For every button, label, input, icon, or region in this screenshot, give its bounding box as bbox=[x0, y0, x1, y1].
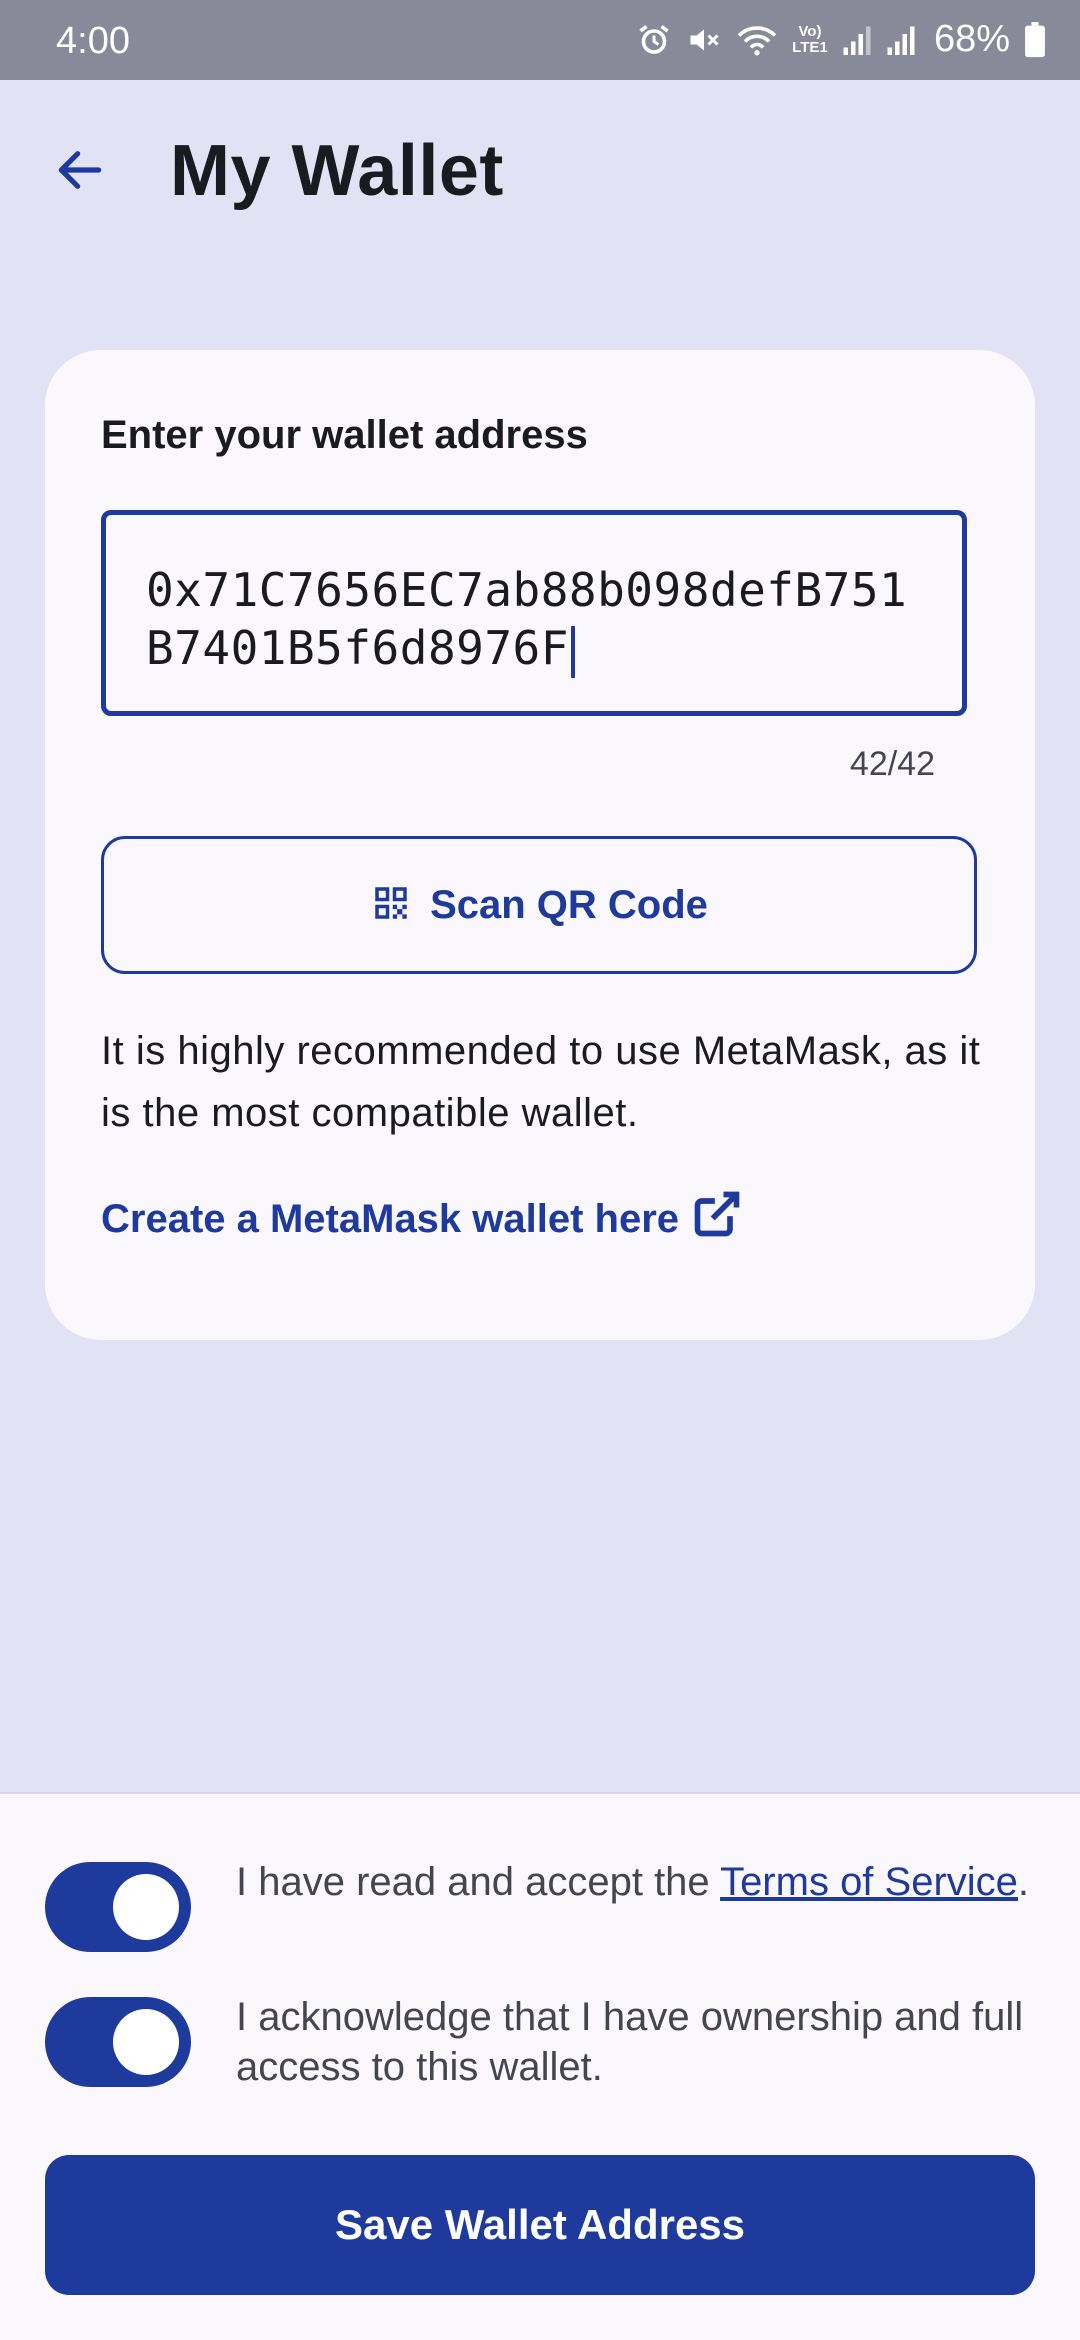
save-wallet-address-button[interactable]: Save Wallet Address bbox=[45, 2155, 1035, 2295]
alarm-icon bbox=[636, 22, 672, 58]
status-icons: Vo) LTE1 68% bbox=[636, 18, 1046, 61]
create-metamask-wallet-link[interactable]: Create a MetaMask wallet here bbox=[101, 1188, 743, 1250]
external-link-icon bbox=[691, 1188, 743, 1250]
toggle-knob bbox=[113, 1874, 179, 1940]
terms-of-service-link[interactable]: Terms of Service bbox=[720, 1860, 1018, 1904]
status-time: 4:00 bbox=[56, 20, 130, 62]
network-label: Vo) LTE1 bbox=[792, 22, 828, 56]
back-button[interactable] bbox=[40, 132, 120, 212]
wallet-card: Enter your wallet address 0x71C7656EC7ab… bbox=[45, 350, 1035, 1340]
ownership-agreement-text: I acknowledge that I have ownership and … bbox=[236, 1995, 1024, 2089]
bottom-panel: I have read and accept the Terms of Serv… bbox=[0, 1792, 1080, 2340]
terms-suffix: . bbox=[1017, 1860, 1030, 1904]
terms-prefix: I have read and accept the bbox=[236, 1860, 721, 1904]
save-wallet-address-label: Save Wallet Address bbox=[334, 2201, 746, 2248]
battery-percent: 68% bbox=[933, 18, 1010, 60]
mute-icon bbox=[686, 22, 722, 58]
character-counter: 42/42 bbox=[849, 745, 935, 783]
terms-toggle[interactable] bbox=[45, 1862, 191, 1952]
signal-icon bbox=[886, 23, 916, 57]
page-title: My Wallet bbox=[170, 131, 504, 211]
app-header: My Wallet bbox=[0, 80, 1080, 270]
battery-icon bbox=[1024, 21, 1046, 58]
terms-agreement-text: I have read and accept the Terms of Serv… bbox=[236, 1857, 1036, 1907]
wallet-address-value: 0x71C7656EC7ab88b098defB751B7401B5f6d897… bbox=[146, 563, 908, 675]
signal-icon bbox=[842, 23, 872, 57]
create-metamask-link-label: Create a MetaMask wallet here bbox=[101, 1196, 680, 1241]
status-bar: 4:00 Vo) LTE1 68% bbox=[0, 0, 1080, 80]
wallet-address-input[interactable]: 0x71C7656EC7ab88b098defB751B7401B5f6d897… bbox=[101, 510, 967, 716]
arrow-left-icon bbox=[52, 142, 108, 203]
wallet-address-label: Enter your wallet address bbox=[101, 413, 588, 457]
wifi-icon bbox=[736, 22, 778, 58]
text-cursor bbox=[570, 625, 575, 678]
scan-qr-code-button[interactable]: Scan QR Code bbox=[101, 836, 977, 974]
toggle-knob bbox=[113, 2009, 179, 2075]
metamask-recommendation: It is highly recommended to use MetaMask… bbox=[101, 1029, 981, 1135]
scan-qr-code-label: Scan QR Code bbox=[430, 882, 708, 927]
ownership-toggle[interactable] bbox=[45, 1997, 191, 2087]
qr-code-icon bbox=[370, 882, 412, 929]
